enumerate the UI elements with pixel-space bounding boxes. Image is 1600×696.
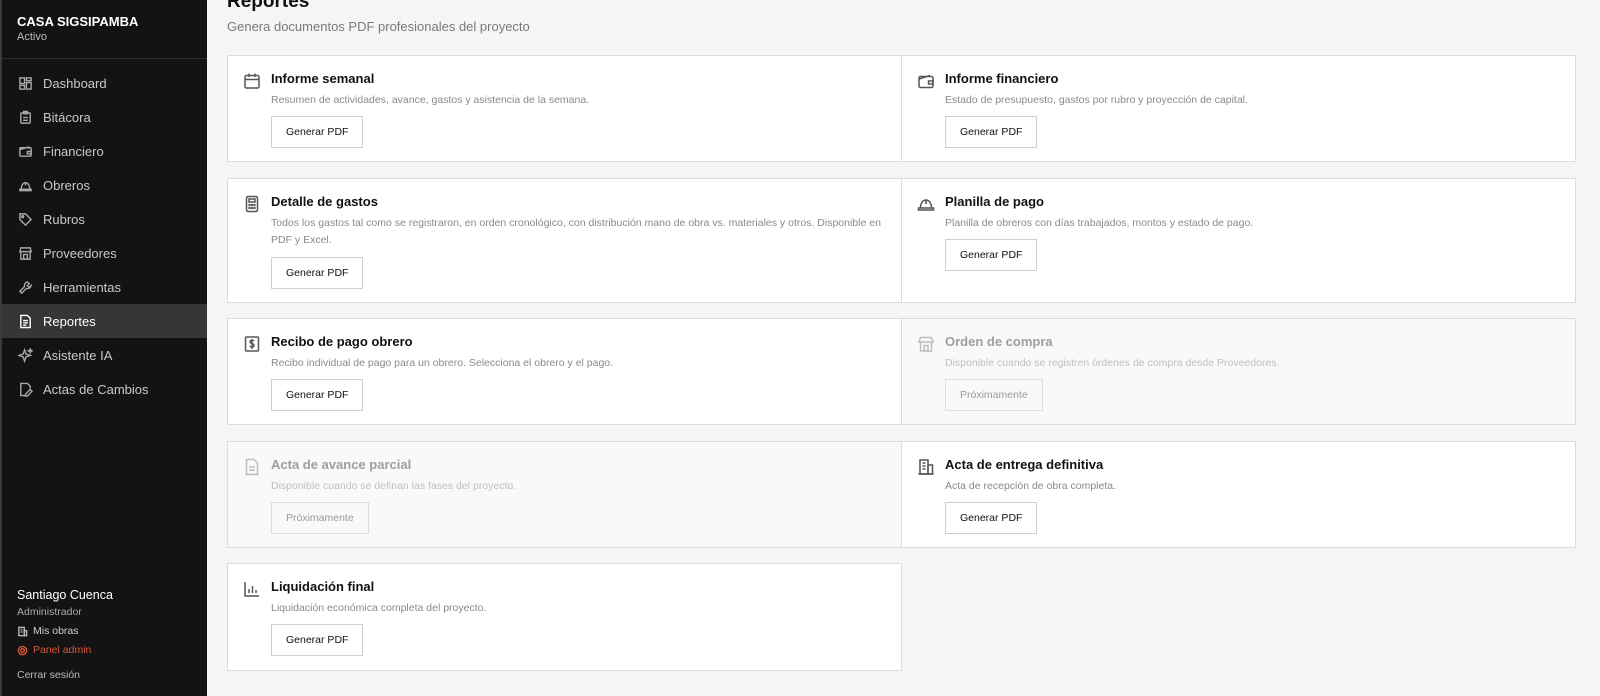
page-title: Reportes bbox=[227, 0, 310, 12]
report-card-orden-de-compra: Orden de compra Disponible cuando se reg… bbox=[901, 318, 1576, 425]
tag-icon bbox=[17, 211, 33, 227]
card-description: Planilla de obreros con días trabajados,… bbox=[945, 217, 1254, 229]
building-icon bbox=[917, 458, 935, 476]
card-description: Disponible cuando se registren órdenes d… bbox=[945, 357, 1280, 369]
file-icon bbox=[243, 458, 261, 476]
mis-obras-label: Mis obras bbox=[33, 625, 79, 637]
sparkles-icon bbox=[17, 347, 33, 363]
card-title: Informe financiero bbox=[945, 71, 1059, 86]
sidebar-item-reportes[interactable]: Reportes bbox=[2, 304, 207, 338]
sidebar-item-proveedores[interactable]: Proveedores bbox=[2, 236, 207, 270]
sidebar-item-bitacora[interactable]: Bitácora bbox=[2, 100, 207, 134]
sidebar-item-dashboard[interactable]: Dashboard bbox=[2, 66, 207, 100]
user-name: Santiago Cuenca bbox=[17, 588, 113, 602]
generate-pdf-button[interactable]: Generar PDF bbox=[271, 257, 364, 289]
card-title: Detalle de gastos bbox=[271, 194, 378, 209]
main-content: Reportes Genera documentos PDF profesion… bbox=[207, 0, 1600, 696]
card-description: Recibo individual de pago para un obrero… bbox=[271, 357, 614, 369]
card-description: Resumen de actividades, avance, gastos y… bbox=[271, 94, 590, 106]
generate-pdf-button[interactable]: Generar PDF bbox=[271, 116, 364, 148]
sidebar-item-label: Dashboard bbox=[43, 75, 107, 91]
card-description: Acta de recepción de obra completa. bbox=[945, 480, 1117, 492]
sidebar-item-financiero[interactable]: Financiero bbox=[2, 134, 207, 168]
sidebar-nav: Dashboard Bitácora Financiero Obreros Ru… bbox=[2, 66, 207, 406]
report-card-detalle-de-gastos: Detalle de gastos Todos los gastos tal c… bbox=[227, 178, 902, 303]
coming-soon-button: Próximamente bbox=[945, 379, 1043, 411]
calendar-icon bbox=[243, 72, 261, 90]
report-card-informe-semanal: Informe semanal Resumen de actividades, … bbox=[227, 55, 902, 162]
card-description: Disponible cuando se definan las fases d… bbox=[271, 480, 517, 492]
generate-pdf-button[interactable]: Generar PDF bbox=[271, 624, 364, 656]
report-card-liquidacion-final: Liquidación final Liquidación económica … bbox=[227, 563, 902, 671]
wrench-icon bbox=[17, 279, 33, 295]
dashboard-icon bbox=[17, 75, 33, 91]
project-status: Activo bbox=[17, 31, 47, 43]
hardhat-icon bbox=[17, 177, 33, 193]
sidebar-item-label: Rubros bbox=[43, 211, 85, 227]
building-icon bbox=[18, 626, 28, 636]
store-icon bbox=[917, 335, 935, 353]
sidebar-item-label: Asistente IA bbox=[43, 347, 113, 363]
calculator-icon bbox=[243, 195, 261, 213]
report-card-acta-de-avance-parcial: Acta de avance parcial Disponible cuando… bbox=[227, 441, 902, 548]
sidebar-item-label: Herramientas bbox=[43, 279, 122, 295]
sidebar: CASA SIGSIPAMBA Activo Dashboard Bitácor… bbox=[0, 0, 207, 696]
report-card-acta-de-entrega-definitiva: Acta de entrega definitiva Acta de recep… bbox=[901, 441, 1576, 548]
project-name[interactable]: CASA SIGSIPAMBA bbox=[17, 14, 138, 29]
card-title: Liquidación final bbox=[271, 579, 375, 594]
generate-pdf-button[interactable]: Generar PDF bbox=[945, 502, 1038, 534]
sidebar-item-obreros[interactable]: Obreros bbox=[2, 168, 207, 202]
report-card-informe-financiero: Informe financiero Estado de presupuesto… bbox=[901, 55, 1576, 162]
card-title: Informe semanal bbox=[271, 71, 375, 86]
sidebar-item-herramientas[interactable]: Herramientas bbox=[2, 270, 207, 304]
file-edit-icon bbox=[17, 381, 33, 397]
generate-pdf-button[interactable]: Generar PDF bbox=[945, 116, 1038, 148]
sidebar-item-label: Financiero bbox=[43, 143, 104, 159]
sidebar-item-asistente-ia[interactable]: Asistente IA bbox=[2, 338, 207, 372]
sidebar-item-label: Bitácora bbox=[43, 109, 91, 125]
wallet-icon bbox=[917, 72, 935, 90]
gear-icon bbox=[17, 645, 28, 655]
report-card-planilla-de-pago: Planilla de pago Planilla de obreros con… bbox=[901, 178, 1576, 303]
card-description: Estado de presupuesto, gastos por rubro … bbox=[945, 94, 1248, 106]
file-text-icon bbox=[17, 313, 33, 329]
page-subtitle: Genera documentos PDF profesionales del … bbox=[227, 19, 530, 34]
user-role: Administrador bbox=[17, 606, 82, 618]
generate-pdf-button[interactable]: Generar PDF bbox=[945, 239, 1038, 271]
card-description: Liquidación económica completa del proye… bbox=[271, 602, 487, 614]
card-title: Acta de entrega definitiva bbox=[945, 457, 1104, 472]
sidebar-item-label: Reportes bbox=[43, 313, 96, 329]
sidebar-item-rubros[interactable]: Rubros bbox=[2, 202, 207, 236]
sidebar-item-label: Proveedores bbox=[43, 245, 117, 261]
sidebar-item-label: Actas de Cambios bbox=[43, 381, 149, 397]
card-title: Recibo de pago obrero bbox=[271, 334, 413, 349]
report-card-recibo-de-pago-obrero: Recibo de pago obrero Recibo individual … bbox=[227, 318, 902, 425]
store-icon bbox=[17, 245, 33, 261]
logout-link[interactable]: Cerrar sesión bbox=[17, 669, 113, 681]
card-description: Todos los gastos tal como se registraron… bbox=[271, 217, 881, 246]
card-title: Planilla de pago bbox=[945, 194, 1044, 209]
mis-obras-link[interactable]: Mis obras bbox=[17, 625, 113, 637]
sidebar-item-actas-de-cambios[interactable]: Actas de Cambios bbox=[2, 372, 207, 406]
sidebar-item-label: Obreros bbox=[43, 177, 90, 193]
panel-admin-link[interactable]: Panel admin bbox=[17, 644, 113, 656]
bar-chart-icon bbox=[243, 580, 261, 598]
generate-pdf-button[interactable]: Generar PDF bbox=[271, 379, 364, 411]
receipt-dollar-icon bbox=[243, 335, 261, 353]
wallet-icon bbox=[17, 143, 33, 159]
hardhat-icon bbox=[917, 195, 935, 213]
clipboard-icon bbox=[17, 109, 33, 125]
user-panel: Santiago Cuenca Administrador Mis obras … bbox=[17, 588, 113, 681]
panel-admin-label: Panel admin bbox=[33, 644, 92, 656]
card-title: Orden de compra bbox=[945, 334, 1053, 349]
card-title: Acta de avance parcial bbox=[271, 457, 412, 472]
coming-soon-button: Próximamente bbox=[271, 502, 369, 534]
sidebar-divider bbox=[2, 58, 207, 59]
